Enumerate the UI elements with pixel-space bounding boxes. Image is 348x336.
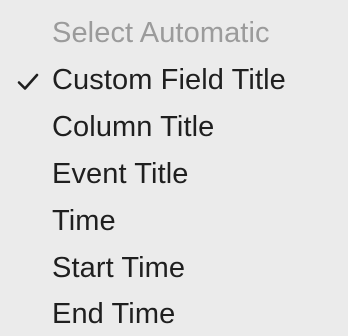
menu-item-time[interactable]: Time (0, 199, 348, 243)
menu-item-custom-field-title[interactable]: Custom Field Title (0, 58, 348, 102)
menu-item-column-title[interactable]: Column Title (0, 105, 348, 149)
menu-item-label: Time (52, 205, 116, 237)
context-menu: Select Automatic Custom Field Title Colu… (0, 0, 348, 330)
menu-item-label: Select Automatic (52, 17, 270, 49)
menu-item-label: Custom Field Title (52, 64, 286, 96)
menu-item-label: Event Title (52, 158, 189, 190)
menu-item-label: End Time (52, 298, 176, 330)
menu-item-label: Start Time (52, 252, 186, 284)
menu-item-end-time[interactable]: End Time (0, 292, 348, 336)
menu-item-event-title[interactable]: Event Title (0, 152, 348, 196)
menu-item-label: Column Title (52, 111, 215, 143)
menu-item-select-automatic: Select Automatic (0, 11, 348, 55)
menu-item-start-time[interactable]: Start Time (0, 246, 348, 290)
checkmark-icon (16, 58, 42, 102)
